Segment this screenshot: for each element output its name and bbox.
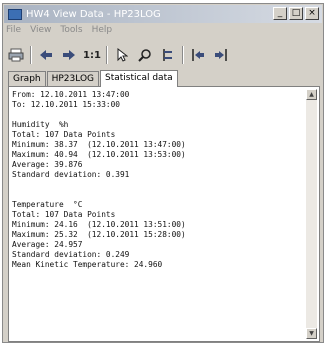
print-icon[interactable]: [6, 45, 26, 65]
stat-line: Temperature °C: [12, 200, 83, 209]
stat-line: Minimum: 24.16 (12.10.2011 13:51:00): [12, 220, 186, 229]
statistics-text[interactable]: From: 12.10.2011 13:47:00 To: 12.10.2011 …: [12, 90, 302, 338]
stat-line: Mean Kinetic Temperature: 24.960: [12, 260, 163, 269]
cursor-bracket-icon[interactable]: [158, 45, 178, 65]
toolbar-separator: [106, 46, 108, 64]
toolbar-separator: [182, 46, 184, 64]
vertical-scrollbar[interactable]: ▲ ▼: [306, 89, 317, 339]
stat-line: [12, 180, 302, 190]
menu-help[interactable]: Help: [92, 25, 113, 39]
stat-line: [12, 190, 302, 200]
app-window: HW4 View Data - HP23LOG _ □ × File View …: [2, 3, 324, 343]
scroll-up-icon[interactable]: ▲: [306, 89, 317, 100]
window-controls: _ □ ×: [273, 7, 319, 20]
stat-line: Minimum: 38.37 (12.10.2011 13:47:00): [12, 140, 186, 149]
stat-line: Average: 39.876: [12, 160, 83, 169]
arrow-right-icon[interactable]: [59, 45, 79, 65]
title-bar[interactable]: HW4 View Data - HP23LOG _ □ ×: [4, 5, 322, 23]
stat-line: To: 12.10.2011 15:33:00: [12, 100, 120, 109]
zoom-1to1-icon[interactable]: 1:1: [82, 45, 102, 65]
toolbar: 1:1: [6, 43, 320, 67]
tab-strip: Graph HP23LOG Statistical data: [8, 70, 179, 87]
mark-start-icon[interactable]: [188, 45, 208, 65]
close-button[interactable]: ×: [305, 7, 319, 20]
stat-line: Standard deviation: 0.249: [12, 250, 130, 259]
scroll-down-icon[interactable]: ▼: [306, 328, 317, 339]
menu-bar: File View Tools Help: [6, 25, 112, 39]
tab-statistical-data[interactable]: Statistical data: [100, 70, 178, 87]
toolbar-separator: [30, 46, 32, 64]
stat-line: Total: 107 Data Points: [12, 130, 116, 139]
magnifier-icon[interactable]: [135, 45, 155, 65]
menu-file[interactable]: File: [6, 25, 21, 39]
arrow-left-icon[interactable]: [36, 45, 56, 65]
stat-line: Humidity %h: [12, 120, 69, 129]
tab-graph[interactable]: Graph: [8, 71, 46, 87]
maximize-button[interactable]: □: [289, 7, 303, 20]
pointer-icon[interactable]: [112, 45, 132, 65]
tab-hp23log[interactable]: HP23LOG: [46, 71, 100, 87]
stat-line: Maximum: 25.32 (12.10.2011 15:28:00): [12, 230, 186, 239]
statistics-panel: From: 12.10.2011 13:47:00 To: 12.10.2011 …: [8, 86, 320, 342]
stat-line: From: 12.10.2011 13:47:00: [12, 90, 130, 99]
stat-line: [12, 110, 302, 120]
stat-line: Standard deviation: 0.391: [12, 170, 130, 179]
stat-line: Total: 107 Data Points: [12, 210, 116, 219]
mark-end-icon[interactable]: [211, 45, 231, 65]
minimize-button[interactable]: _: [273, 7, 287, 20]
stat-line: Average: 24.957: [12, 240, 83, 249]
menu-view[interactable]: View: [30, 25, 51, 39]
window-title: HW4 View Data - HP23LOG: [26, 8, 161, 20]
app-icon: [8, 8, 22, 20]
stat-line: Maximum: 40.94 (12.10.2011 13:53:00): [12, 150, 186, 159]
menu-tools[interactable]: Tools: [60, 25, 82, 39]
